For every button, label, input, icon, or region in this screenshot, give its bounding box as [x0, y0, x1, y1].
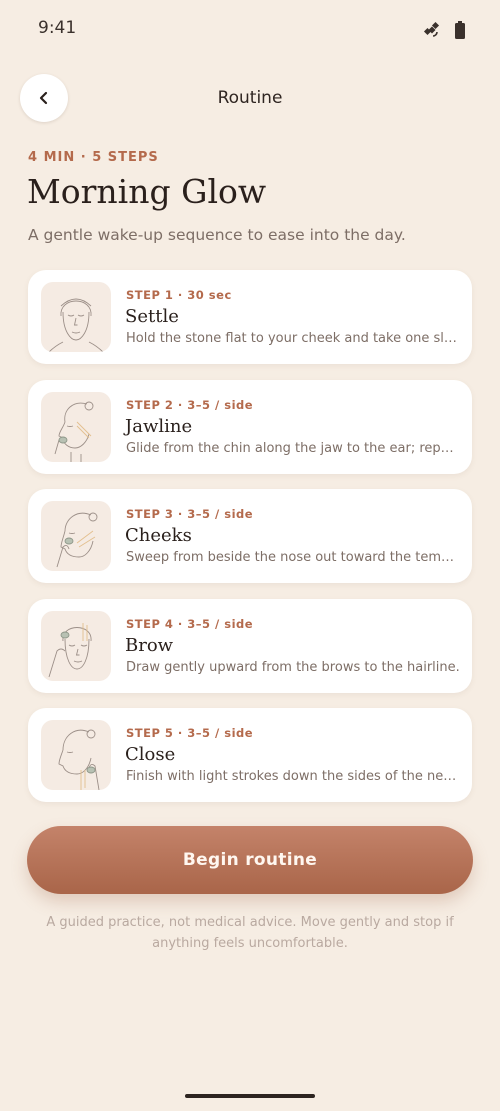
step-meta: STEP 2 · 3–5 / side: [126, 397, 254, 412]
begin-routine-button[interactable]: Begin routine: [27, 826, 473, 894]
step-card[interactable]: STEP 3 · 3–5 / side Cheeks Sweep from be…: [28, 489, 472, 583]
routine-subtitle: A gentle wake-up sequence to ease into t…: [28, 226, 406, 244]
home-indicator[interactable]: [185, 1094, 315, 1098]
face-illustration-icon: [41, 610, 111, 681]
step-card[interactable]: STEP 2 · 3–5 / side Jawline Glide from t…: [28, 379, 472, 474]
status-icons: [422, 20, 466, 40]
step-card[interactable]: STEP 4 · 3–5 / side Brow Draw gently upw…: [28, 598, 472, 693]
disclaimer: A guided practice, not medical advice. M…: [46, 915, 454, 951]
face-illustration-icon: [41, 391, 111, 462]
step-meta: STEP 5 · 3–5 / side: [126, 726, 254, 740]
face-illustration-icon: [41, 720, 111, 790]
step-meta: STEP 1 · 30 sec: [126, 288, 232, 302]
step-name: Jawline: [125, 415, 193, 437]
face-illustration-icon: [41, 282, 111, 352]
page-title: Routine: [217, 88, 283, 108]
step-description: Finish with light strokes down the sides…: [126, 769, 460, 784]
battery-icon: [455, 21, 465, 39]
step-name: Cheeks: [125, 525, 192, 546]
step-name: Brow: [125, 634, 174, 656]
app-bar: Routine: [0, 74, 500, 124]
status-time: 9:41: [38, 18, 77, 38]
step-name: Close: [125, 744, 176, 765]
step-meta: STEP 3 · 3–5 / side: [126, 507, 254, 521]
satellite-icon: [423, 21, 440, 37]
step-name: Settle: [125, 306, 179, 327]
step-card[interactable]: STEP 5 · 3–5 / side Close Finish with li…: [28, 708, 472, 802]
status-bar: 9:41: [0, 0, 500, 60]
routine-title: Morning Glow: [27, 172, 267, 211]
step-description: Hold the stone flat to your cheek and ta…: [126, 331, 460, 346]
step-card[interactable]: STEP 1 · 30 sec Settle Hold the stone fl…: [28, 270, 472, 364]
routine-meta: 4 MIN · 5 STEPS: [28, 150, 159, 165]
step-list: STEP 1 · 30 sec Settle Hold the stone fl…: [28, 270, 472, 818]
step-description: Sweep from beside the nose out toward th…: [126, 550, 460, 565]
step-meta: STEP 4 · 3–5 / side: [126, 616, 254, 631]
step-description: Draw gently upward from the brows to the…: [126, 659, 460, 675]
face-illustration-icon: [41, 501, 111, 571]
step-description: Glide from the chin along the jaw to the…: [126, 440, 460, 456]
